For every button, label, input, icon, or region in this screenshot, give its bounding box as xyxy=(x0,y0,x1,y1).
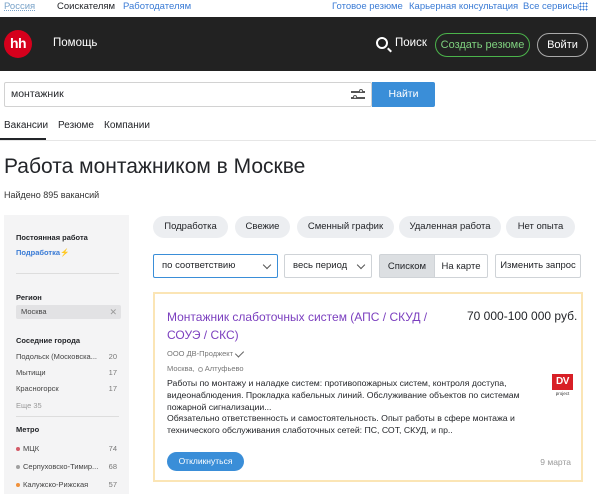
sidebar-divider xyxy=(16,416,119,417)
part-time-link[interactable]: Подработка⚡ xyxy=(16,248,69,257)
region-switcher[interactable]: Россия xyxy=(4,1,35,12)
find-button[interactable]: Найти xyxy=(372,82,435,107)
main-header: hh Помощь Поиск Создать резюме Войти xyxy=(0,17,596,71)
nearby-cities-heading: Соседние города xyxy=(16,336,80,345)
more-cities-link[interactable]: Еще 35 xyxy=(16,401,42,410)
verified-check-icon xyxy=(234,348,245,358)
vacancy-requirements: Обязательно ответственность и самостояте… xyxy=(167,413,515,436)
chip-remote-work[interactable]: Удаленная работа xyxy=(399,216,501,238)
vacancy-responsibilities: Работы по монтажу и наладке систем: прот… xyxy=(167,378,520,412)
search-icon[interactable] xyxy=(376,37,388,49)
nearby-city-item[interactable]: Подольск (Московска... xyxy=(16,352,97,361)
search-link[interactable]: Поиск xyxy=(395,37,427,49)
respond-button[interactable]: Откликнуться xyxy=(167,452,244,471)
metro-count: 57 xyxy=(108,480,117,489)
chip-part-time[interactable]: Подработка xyxy=(153,216,228,238)
employers-link[interactable]: Работодателям xyxy=(123,1,191,12)
tab-companies[interactable]: Компании xyxy=(104,120,150,131)
metro-count: 74 xyxy=(108,444,117,453)
ready-resume-link[interactable]: Готовое резюме xyxy=(332,1,403,12)
metro-name: МЦК xyxy=(23,444,40,453)
help-link[interactable]: Помощь xyxy=(53,37,97,49)
sidebar-divider xyxy=(16,273,119,274)
metro-item[interactable]: МЦК xyxy=(16,444,39,453)
metro-heading: Метро xyxy=(16,425,40,434)
found-count: Найдено 895 вакансий xyxy=(4,190,100,200)
metro-dot-icon xyxy=(16,447,20,452)
create-resume-button[interactable]: Создать резюме xyxy=(435,33,530,57)
metro-count: 68 xyxy=(108,462,117,471)
filters-sidebar: Постоянная работа Подработка⚡ Регион Мос… xyxy=(4,215,129,494)
region-chip-label: Москва xyxy=(21,307,47,316)
permanent-job-heading: Постоянная работа xyxy=(16,233,88,242)
period-value: весь период xyxy=(293,260,348,271)
vacancy-metro: Алтуфьево xyxy=(204,364,244,373)
tab-resumes[interactable]: Резюме xyxy=(58,120,94,131)
chip-shift-schedule[interactable]: Сменный график xyxy=(297,216,394,238)
company-logo[interactable]: DV project xyxy=(552,374,573,400)
metro-icon xyxy=(197,366,203,372)
page-title: Работа монтажником в Москве xyxy=(4,155,306,178)
login-button[interactable]: Войти xyxy=(537,33,588,57)
vacancy-title-link[interactable]: Монтажник слаботочных систем (АПС / СКУД… xyxy=(167,308,457,344)
region-chip-moscow[interactable]: Москва ✕ xyxy=(16,305,121,319)
nearby-city-count: 20 xyxy=(108,352,117,361)
chip-no-experience[interactable]: Нет опыта xyxy=(506,216,575,238)
company-logo-sub: project xyxy=(555,391,570,396)
region-heading: Регион xyxy=(16,293,42,302)
all-services-link[interactable]: Все сервисы xyxy=(523,1,579,12)
vacancy-card: Монтажник слаботочных систем (АПС / СКУД… xyxy=(153,292,583,482)
chevron-down-icon xyxy=(262,260,272,270)
tabs-divider xyxy=(0,140,596,141)
metro-dot-icon xyxy=(16,465,20,470)
vacancy-description: Работы по монтажу и наладке систем: прот… xyxy=(167,378,527,437)
sort-order-value: по соответствию xyxy=(162,260,236,271)
grid-icon[interactable] xyxy=(579,2,588,11)
career-consultation-link[interactable]: Карьерная консультация xyxy=(409,1,518,12)
close-icon[interactable]: ✕ xyxy=(109,305,117,319)
company-logo-mark: DV xyxy=(552,374,573,390)
top-bar: Россия Соискателям Работодателям Готовое… xyxy=(0,0,596,14)
tab-vacancies[interactable]: Вакансии xyxy=(4,120,48,131)
nearby-city-count: 17 xyxy=(108,368,117,377)
view-list-toggle[interactable]: Списком xyxy=(379,254,435,278)
vacancy-city: Москва, xyxy=(167,364,195,373)
change-query-button[interactable]: Изменить запрос xyxy=(495,254,581,278)
metro-name: Калужско-Рижская xyxy=(23,480,89,489)
sort-order-select[interactable]: по соответствию xyxy=(153,254,278,278)
seekers-link[interactable]: Соискателям xyxy=(57,1,115,12)
filter-settings-icon[interactable] xyxy=(351,88,365,101)
vacancy-company-link[interactable]: ООО ДВ-Проджект xyxy=(167,349,233,358)
nearby-city-item[interactable]: Мытищи xyxy=(16,368,46,377)
view-map-toggle[interactable]: На карте xyxy=(435,254,488,278)
metro-name: Серпуховско-Тимир... xyxy=(23,462,99,471)
vacancy-salary: 70 000-100 000 руб. xyxy=(467,309,578,323)
metro-dot-icon xyxy=(16,483,20,488)
chip-fresh[interactable]: Свежие xyxy=(235,216,290,238)
period-select[interactable]: весь период xyxy=(284,254,372,278)
metro-item[interactable]: Калужско-Рижская xyxy=(16,480,88,489)
metro-item[interactable]: Серпуховско-Тимир... xyxy=(16,462,98,471)
hh-logo[interactable]: hh xyxy=(4,30,32,58)
vacancy-location: Москва, Алтуфьево xyxy=(167,364,244,373)
nearby-city-count: 17 xyxy=(108,384,117,393)
search-input[interactable]: монтажник xyxy=(4,82,372,107)
chevron-down-icon xyxy=(356,260,366,270)
vacancy-date: 9 марта xyxy=(540,457,571,467)
nearby-city-item[interactable]: Красногорск xyxy=(16,384,59,393)
